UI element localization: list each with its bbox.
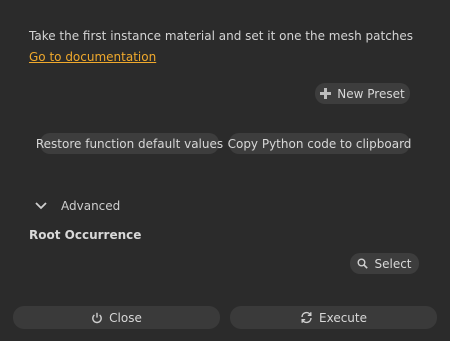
restore-defaults-label: Restore function default values [35, 136, 224, 151]
documentation-link[interactable]: Go to documentation [29, 50, 156, 64]
search-icon [357, 258, 369, 269]
execute-button[interactable]: Execute [230, 306, 437, 329]
plus-icon [320, 88, 332, 99]
new-preset-label: New Preset [337, 86, 405, 101]
select-label: Select [374, 256, 412, 271]
power-icon [91, 312, 103, 324]
chevron-down-icon [35, 202, 47, 210]
new-preset-button[interactable]: New Preset [315, 83, 410, 104]
advanced-label: Advanced [61, 199, 121, 213]
close-button[interactable]: Close [13, 306, 220, 329]
execute-label: Execute [319, 310, 367, 325]
restore-defaults-button[interactable]: Restore function default values [36, 133, 223, 154]
root-occurrence-label: Root Occurrence [29, 228, 142, 242]
function-description: Take the first instance material and set… [29, 29, 414, 43]
copy-python-label: Copy Python code to clipboard [227, 136, 412, 151]
close-label: Close [109, 310, 142, 325]
copy-python-button[interactable]: Copy Python code to clipboard [227, 133, 412, 154]
refresh-icon [300, 311, 313, 324]
select-button[interactable]: Select [350, 253, 419, 274]
advanced-toggle[interactable]: Advanced [35, 199, 120, 213]
